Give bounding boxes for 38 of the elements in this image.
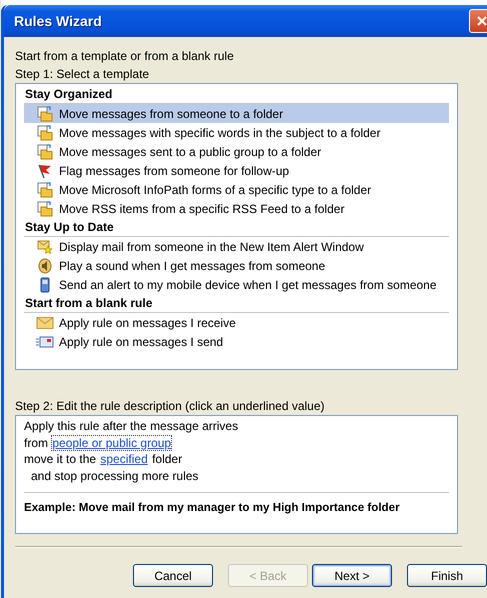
group-heading: Start from a blank rule bbox=[24, 294, 449, 313]
value-link[interactable]: people or public group bbox=[51, 434, 172, 450]
window-title: Rules Wizard bbox=[14, 13, 103, 29]
rule-condition: move it to the specified folder bbox=[24, 451, 184, 468]
template-item[interactable]: Apply rule on messages I send bbox=[24, 332, 449, 351]
intro-text: Start from a template or from a blank rule bbox=[15, 48, 235, 65]
step-label: Step 1: Select a template bbox=[15, 66, 150, 83]
dialog-button[interactable]: Next > bbox=[312, 564, 392, 587]
envelope-star-icon bbox=[37, 238, 53, 254]
envelope-icon bbox=[36, 316, 54, 330]
template-item[interactable]: Play a sound when I get messages from someone bbox=[24, 256, 449, 275]
folder-icon bbox=[37, 182, 53, 198]
template-item[interactable]: Display mail from someone in the New Item Alert Window bbox=[24, 237, 449, 256]
send-mail-icon bbox=[36, 334, 54, 348]
dialog-button[interactable]: Cancel bbox=[133, 564, 213, 587]
folder-icon bbox=[37, 106, 53, 122]
folder-icon bbox=[37, 200, 53, 216]
speaker-icon bbox=[37, 258, 53, 274]
step-label: Step 2: Edit the rule description (click an underlined value) bbox=[15, 398, 326, 415]
value-link[interactable]: specified bbox=[99, 451, 149, 467]
template-item[interactable]: Move messages sent to a public group to a folder bbox=[24, 142, 449, 161]
template-item[interactable]: Move messages with specific words in the subject to a folder bbox=[24, 123, 449, 142]
rule-condition: and stop processing more rules bbox=[30, 468, 200, 484]
template-item[interactable]: Flag messages from someone for follow-up bbox=[24, 161, 449, 180]
template-item[interactable]: Send an alert to my mobile device when I get messages from someone bbox=[24, 275, 449, 294]
template-item[interactable]: Move messages from someone to a folder bbox=[24, 104, 449, 123]
example-text: Example: Move mail from my manager to my High Importance folder bbox=[24, 501, 401, 514]
folder-icon bbox=[37, 144, 53, 160]
group-heading: Stay Up to Date bbox=[24, 218, 449, 237]
flag-icon bbox=[37, 162, 53, 178]
template-item[interactable]: Move Microsoft InfoPath forms of a specific type to a folder bbox=[24, 180, 449, 199]
rule-condition: from people or public group bbox=[24, 434, 174, 451]
rule-condition: Apply this rule after the message arrives bbox=[24, 418, 240, 434]
folder-icon bbox=[37, 124, 53, 140]
dialog-button[interactable]: Finish bbox=[407, 564, 487, 587]
close-icon bbox=[476, 15, 487, 27]
template-item[interactable]: Move RSS items from a specific RSS Feed to a folder bbox=[24, 199, 449, 218]
template-item[interactable]: Apply rule on messages I receive bbox=[24, 313, 449, 332]
